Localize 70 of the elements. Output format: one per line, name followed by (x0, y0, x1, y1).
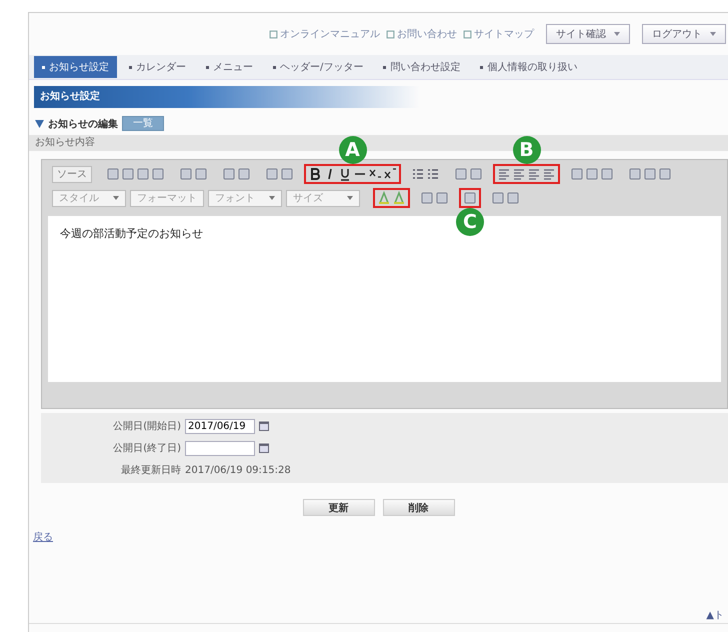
superscript-icon[interactable] (383, 167, 397, 181)
section-title: お知らせの編集 (48, 118, 118, 130)
square-icon (386, 30, 395, 38)
toolbar-icon[interactable] (454, 167, 468, 181)
form-label: 最終更新日時 (120, 464, 181, 477)
list-icon[interactable] (426, 167, 440, 181)
date-field[interactable] (185, 440, 255, 456)
toolbar-icon[interactable] (643, 167, 657, 181)
align-icon[interactable] (497, 167, 511, 181)
toolbar-icon[interactable] (280, 167, 294, 181)
form-value: 2017/06/19 09:15:28 (185, 464, 291, 476)
align-icon[interactable] (512, 167, 526, 181)
text-color-icon[interactable] (392, 191, 406, 205)
caret-icon (347, 196, 353, 200)
toolbar-icon[interactable] (600, 167, 614, 181)
toolbar-icon[interactable] (585, 167, 599, 181)
header-link[interactable]: オンラインマニュアル (269, 27, 380, 41)
form-label: 公開日(開始日) (112, 420, 181, 433)
nav-tab[interactable]: お知らせ設定 (34, 56, 117, 78)
callout-marker: C (456, 208, 484, 236)
toolbar-icon[interactable] (420, 191, 434, 205)
toolbar-icon[interactable] (435, 191, 449, 205)
toolbar-icon[interactable] (469, 167, 483, 181)
square-icon (463, 30, 472, 38)
form-label: 公開日(終了日) (112, 442, 181, 455)
toolbar-icon[interactable] (265, 167, 279, 181)
triangle-icon (35, 120, 44, 128)
header-button[interactable]: サイト確認 (546, 24, 630, 44)
header-button[interactable]: ログアウト (642, 24, 726, 44)
nav-tab[interactable]: メニュー (198, 56, 261, 78)
calendar-icon[interactable] (259, 443, 269, 453)
toolbar-icon[interactable] (506, 191, 520, 205)
toolbar-icon[interactable] (628, 167, 642, 181)
toolbar-icon[interactable] (121, 167, 135, 181)
action-button[interactable]: 更新 (302, 499, 374, 516)
underline-icon[interactable] (338, 167, 352, 181)
toolbar-icon[interactable] (151, 167, 165, 181)
nav-tab[interactable]: カレンダー (121, 56, 194, 78)
caret-icon (710, 32, 716, 36)
back-link[interactable]: 戻る (33, 530, 53, 544)
toolbar-icon[interactable] (194, 167, 208, 181)
bold-icon[interactable] (308, 167, 322, 181)
caret-icon (269, 196, 275, 200)
caret-icon (113, 196, 119, 200)
calendar-icon[interactable] (259, 421, 269, 431)
toolbar-icon[interactable] (570, 167, 584, 181)
toolbar-icon[interactable] (463, 191, 477, 205)
align-icon[interactable] (527, 167, 541, 181)
date-field[interactable]: 2017/06/19 (185, 418, 255, 434)
toolbar-icon[interactable] (136, 167, 150, 181)
page-top-link[interactable]: ▲ト (706, 608, 724, 622)
toolbar-icon[interactable] (106, 167, 120, 181)
nav-tab[interactable]: 個人情報の取り扱い (472, 56, 586, 78)
toolbar-icon[interactable] (491, 191, 505, 205)
action-button[interactable]: 削除 (382, 499, 454, 516)
square-icon (269, 30, 278, 38)
toolbar-icon[interactable] (179, 167, 193, 181)
toolbar-icon[interactable] (222, 167, 236, 181)
source-button[interactable]: ソース (52, 166, 92, 182)
nav-tab[interactable]: 問い合わせ設定 (375, 56, 468, 78)
header-link[interactable]: お問い合わせ (386, 27, 457, 41)
nav-tab[interactable]: ヘッダー/フッター (265, 56, 372, 78)
header-link[interactable]: サイトマップ (463, 27, 534, 41)
content-text: 今週の部活動予定のお知らせ (60, 227, 203, 240)
text-color-icon[interactable] (377, 191, 391, 205)
caret-icon (614, 32, 620, 36)
toolbar-icon[interactable] (658, 167, 672, 181)
align-icon[interactable] (542, 167, 556, 181)
list-icon[interactable] (411, 167, 425, 181)
toolbar-icon[interactable] (237, 167, 251, 181)
